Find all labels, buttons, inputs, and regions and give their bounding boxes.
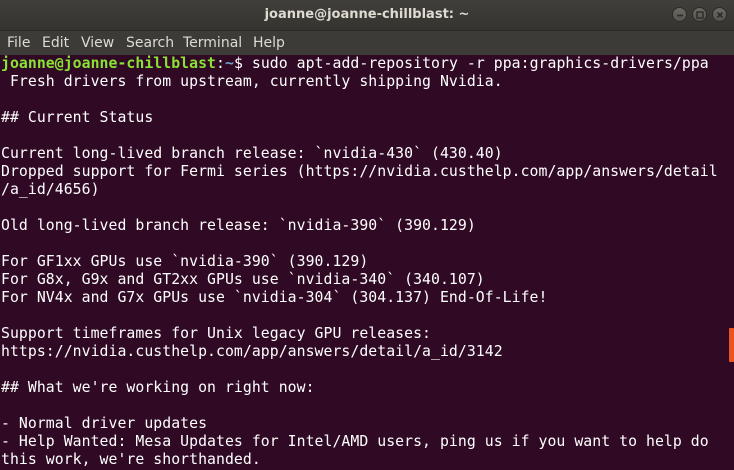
close-button[interactable] [712,7,727,22]
output-line: Fresh drivers from upstream, currently s… [1,73,503,90]
prompt-command: sudo apt-add-repository -r ppa:graphics-… [242,55,709,72]
maximize-button[interactable] [692,7,707,22]
output-line: For NV4x and G7x GPUs use `nvidia-304` (… [1,289,548,306]
terminal-window: joanne@joanne-chillblast: ~ File Edit Vi… [0,0,734,470]
window-title: joanne@joanne-chillblast: ~ [264,7,470,22]
minimize-icon [677,14,683,17]
output-line: - Help Wanted: Mesa Updates for Intel/AM… [1,433,709,450]
output-line: Current long-lived branch release: `nvid… [1,145,503,162]
menu-bar: File Edit View Search Terminal Help [0,31,734,55]
menu-edit[interactable]: Edit [42,34,69,52]
output-line: Old long-lived branch release: `nvidia-3… [1,217,476,234]
output-line: ## What we're working on right now: [1,379,315,396]
scrollbar[interactable] [728,55,734,470]
output-line: - Normal driver updates [1,415,208,432]
output-line: /a_id/4656) [1,181,100,198]
output-line: For GF1xx GPUs use `nvidia-390` (390.129… [1,253,369,270]
menu-view[interactable]: View [81,34,114,52]
output-line: this work, we're shorthanded. [1,451,261,468]
minimize-button[interactable] [672,7,687,22]
maximize-icon [696,11,704,19]
terminal-output-area[interactable]: joanne@joanne-chillblast:~$ sudo apt-add… [0,55,734,470]
menu-terminal[interactable]: Terminal [183,34,242,52]
output-line: https://nvidia.custhelp.com/app/answers/… [1,343,503,360]
prompt-line: joanne@joanne-chillblast:~$ sudo apt-add… [1,55,727,73]
title-bar[interactable]: joanne@joanne-chillblast: ~ [0,0,734,31]
menu-help[interactable]: Help [253,34,285,52]
scrollbar-thumb[interactable] [729,328,734,362]
prompt-symbol: $ [233,55,243,72]
prompt-path: ~ [224,55,234,72]
output-line: ## Current Status [1,109,154,126]
output-line: Dropped support for Fermi series (https:… [1,163,718,180]
prompt-colon: : [216,55,225,72]
prompt-user-host: joanne@joanne-chillblast [1,55,217,72]
terminal-lines: joanne@joanne-chillblast:~$ sudo apt-add… [1,55,727,469]
output-line: For G8x, G9x and GT2xx GPUs use `nvidia-… [1,271,485,288]
menu-file[interactable]: File [7,34,30,52]
close-icon [716,11,724,19]
output-line: Support timeframes for Unix legacy GPU r… [1,325,432,342]
menu-search[interactable]: Search [126,34,174,52]
